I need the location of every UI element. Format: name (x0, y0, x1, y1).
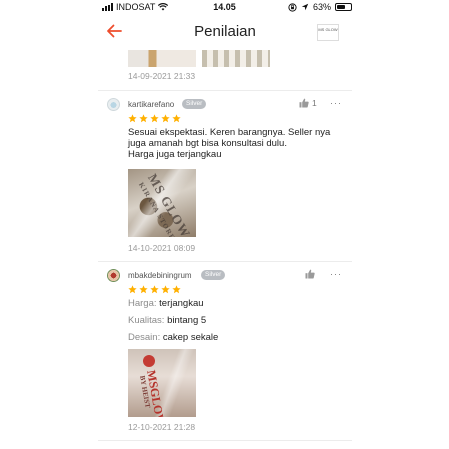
review-attribute: Desain: cakep sekale (128, 332, 218, 343)
attribute-key: Kualitas: (128, 315, 165, 326)
app-header: Penilaian MS GLOW (95, 16, 355, 48)
shop-logo[interactable]: MS GLOW (317, 24, 339, 41)
like-button[interactable] (305, 269, 315, 279)
review-text-line: Sesuai ekspektasi. Keren barangnya. Sell… (128, 127, 331, 138)
review-photo[interactable] (128, 50, 196, 67)
divider (98, 261, 352, 262)
status-time: 14.05 (213, 2, 236, 12)
battery-icon (335, 3, 353, 11)
product-logo-mark (143, 355, 155, 367)
username[interactable]: mbakdebiningrum (128, 271, 192, 280)
battery-percent: 63% (313, 2, 332, 12)
review-text-line: Harga juga terjangkau (128, 149, 222, 160)
more-options-button[interactable]: ··· (330, 269, 342, 279)
divider (98, 440, 352, 441)
thumbs-up-icon (299, 98, 309, 108)
star-icon (172, 285, 181, 294)
review-item: kartikarefano Silver 1 ··· Sesuai ekspek… (107, 98, 352, 258)
review-attribute: Kualitas: bintang 5 (128, 315, 206, 326)
review-text-line: juga amanah bgt bisa konsultasi dulu. (128, 138, 287, 149)
star-icon (161, 285, 170, 294)
attribute-value: bintang 5 (167, 315, 207, 326)
username[interactable]: kartikarefano (128, 100, 174, 109)
star-icon (161, 114, 170, 123)
rating-stars (128, 114, 181, 123)
review-photo[interactable]: MS GLOW KIRANA STORE (128, 169, 196, 237)
review-attribute: Harga: terjangkau (128, 298, 204, 309)
attribute-value: terjangkau (159, 298, 204, 309)
review-photo[interactable]: MSGLOW BY HEIST (128, 349, 196, 417)
attribute-key: Desain: (128, 332, 161, 343)
star-icon (128, 114, 137, 123)
thumbs-up-icon (305, 269, 315, 279)
review-date: 14-09-2021 21:33 (128, 71, 196, 81)
review-date: 12-10-2021 21:28 (128, 422, 196, 432)
status-bar: INDOSAT 14.05 63% (0, 0, 449, 14)
star-icon (128, 285, 137, 294)
previous-review-photos (128, 50, 270, 67)
review-header: kartikarefano Silver 1 ··· (107, 98, 352, 112)
page-title: Penilaian (194, 23, 256, 40)
attribute-value: cakep sekale (162, 332, 219, 343)
rating-stars (128, 285, 181, 294)
star-icon (150, 285, 159, 294)
avatar[interactable] (107, 98, 120, 111)
tier-badge: Silver (182, 99, 207, 109)
location-arrow-icon (301, 3, 309, 11)
star-icon (139, 285, 148, 294)
lock-rotation-icon (288, 2, 297, 12)
like-count: 1 (312, 98, 317, 108)
shop-logo-text: MS GLOW (318, 27, 338, 32)
avatar[interactable] (107, 269, 120, 282)
attribute-key: Harga: (128, 298, 157, 309)
status-right: 63% (288, 2, 353, 12)
more-options-button[interactable]: ··· (330, 98, 342, 108)
like-button[interactable]: 1 (299, 98, 317, 108)
review-photo[interactable] (202, 50, 270, 67)
review-date: 14-10-2021 08:09 (128, 243, 196, 253)
star-icon (139, 114, 148, 123)
tier-badge: Silver (201, 270, 226, 280)
divider (98, 90, 352, 91)
review-item: mbakdebiningrum Silver ··· Harga: terjan… (107, 269, 352, 439)
star-icon (172, 114, 181, 123)
star-icon (150, 114, 159, 123)
review-header: mbakdebiningrum Silver ··· (107, 269, 352, 283)
